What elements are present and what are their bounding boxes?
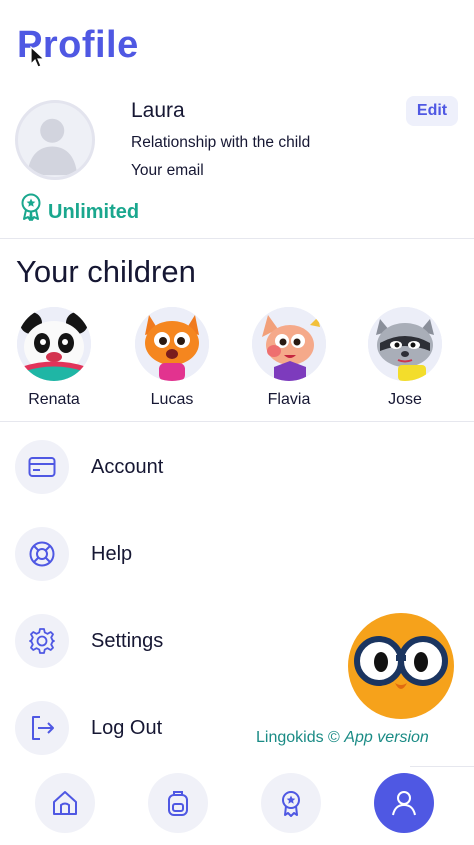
divider [0,238,474,239]
app-credit: Lingokids © App version [256,729,429,747]
divider [0,421,474,422]
menu-item-label: Account [91,455,164,478]
child-card-lucas[interactable]: Lucas [133,307,211,409]
app-version-link[interactable]: App version [344,729,429,746]
profile-icon [392,791,416,816]
backpack-icon [168,791,188,816]
menu-item-help[interactable]: Help [15,526,455,582]
menu-item-label: Settings [91,629,164,652]
divider [410,766,474,767]
nav-backpack-button[interactable] [148,773,208,833]
lifebuoy-icon [15,527,69,581]
menu-item-label: Help [91,542,133,565]
plan-badge: Unlimited [48,201,140,223]
profile-email: Your email [131,162,204,179]
child-card-renata[interactable]: Renata [15,307,93,409]
award-ribbon-icon [21,193,41,221]
child-name: Flavia [267,391,311,408]
brand-credit: Lingokids © [256,729,340,746]
gear-icon [15,614,69,668]
profile-name: Laura [131,99,185,122]
mouse-cursor-icon [30,46,46,68]
panda-avatar-icon [17,307,91,381]
user-silhouette-icon [27,118,78,176]
profile-relationship: Relationship with the child [131,134,311,151]
logout-icon [15,701,69,755]
home-icon [53,791,77,815]
child-name: Lucas [150,391,194,408]
menu-item-account[interactable]: Account [15,439,455,495]
pig-avatar-icon [252,307,326,381]
nav-home-button[interactable] [35,773,95,833]
award-icon [282,791,300,817]
child-name: Renata [28,391,80,408]
nav-achievements-button[interactable] [261,773,321,833]
child-card-jose[interactable]: Jose [366,307,444,409]
edit-button[interactable]: Edit [406,96,458,126]
card-icon [15,440,69,494]
menu-item-label: Log Out [91,716,163,739]
child-card-flavia[interactable]: Flavia [250,307,328,409]
avatar[interactable] [15,100,95,180]
section-title-children: Your children [16,254,196,289]
raccoon-avatar-icon [368,307,442,381]
owl-mascot-logo [348,613,454,719]
nav-profile-button[interactable] [374,773,434,833]
fox-avatar-icon [135,307,209,381]
child-name: Jose [388,391,422,408]
